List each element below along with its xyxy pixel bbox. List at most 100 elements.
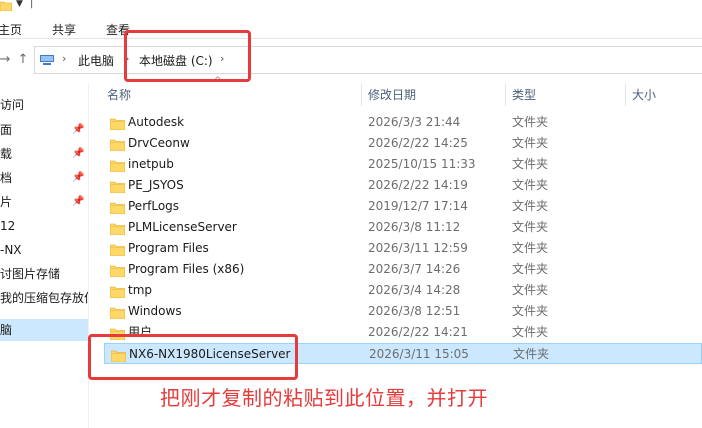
file-name: Program Files	[128, 241, 209, 255]
file-type: 文件夹	[512, 304, 549, 318]
folder-icon[interactable]	[0, 0, 13, 14]
column-divider[interactable]	[505, 84, 506, 106]
pin-icon: 📌	[72, 148, 85, 159]
sidebar-item-label: 载	[0, 147, 13, 161]
ribbon: ▼ | 主页 共享 查看	[0, 0, 702, 38]
sort-indicator-icon: ^	[214, 76, 222, 86]
column-header-name[interactable]: 名称	[107, 84, 131, 106]
file-type: 文件夹	[512, 115, 549, 129]
table-row[interactable]: Program Files (x86) 2026/3/7 14:26 文件夹	[104, 259, 702, 280]
folder-icon	[109, 200, 126, 215]
folder-icon	[109, 137, 126, 152]
file-type: 文件夹	[512, 262, 549, 276]
sidebar-item-pictures[interactable]: 片 📌	[0, 191, 88, 213]
folder-icon	[109, 284, 126, 299]
pin-icon: 📌	[72, 172, 85, 183]
file-type: 文件夹	[512, 157, 549, 171]
file-date: 2026/3/11 15:05	[369, 347, 469, 361]
divider-icon: |	[30, 0, 34, 9]
table-row[interactable]: PerfLogs 2019/12/7 17:14 文件夹	[104, 196, 702, 217]
table-row[interactable]: Autodesk 2026/3/3 21:44 文件夹	[104, 112, 702, 133]
tab-home[interactable]: 主页	[0, 21, 22, 38]
navigation-pane: 访问 面 📌 载 📌 档 📌 片 📌 12 -NX 讨图片存储 我的压缩包存放位 脑	[0, 84, 88, 428]
file-date: 2026/3/8 11:12	[368, 220, 461, 234]
sidebar-item-label: 我的压缩包存放位	[0, 291, 88, 305]
table-row[interactable]: PLMLicenseServer 2026/3/8 11:12 文件夹	[104, 217, 702, 238]
sidebar-item-label: 12	[0, 219, 16, 233]
sidebar-item-label: 档	[0, 171, 13, 185]
file-date: 2026/3/4 14:28	[368, 283, 461, 297]
highlight-box-target-folder	[88, 334, 298, 380]
sidebar-item-label: 片	[0, 195, 13, 209]
file-type: 文件夹	[513, 347, 550, 361]
file-type: 文件夹	[512, 199, 549, 213]
file-date: 2026/3/3 21:44	[368, 115, 461, 129]
tab-share[interactable]: 共享	[52, 21, 76, 38]
file-date: 2026/2/22 14:25	[368, 136, 468, 150]
customize-toolbar-icon[interactable]: ▼	[16, 0, 23, 9]
sidebar-item-12[interactable]: 12	[0, 215, 88, 237]
sidebar-item-desktop[interactable]: 面 📌	[0, 119, 88, 141]
sidebar-item-this-pc[interactable]: 脑	[0, 319, 88, 341]
sidebar-item-downloads[interactable]: 载 📌	[0, 143, 88, 165]
column-divider[interactable]	[625, 84, 626, 106]
file-date: 2026/3/7 14:26	[368, 262, 461, 276]
file-name: PerfLogs	[128, 199, 180, 213]
sidebar-item-label: 访问	[0, 98, 25, 112]
file-type: 文件夹	[512, 136, 549, 150]
folder-icon	[109, 116, 126, 131]
folder-icon	[109, 305, 126, 320]
breadcrumb-this-pc[interactable]: 此电脑	[78, 52, 114, 69]
sidebar-item-archive-folder[interactable]: 我的压缩包存放位	[0, 287, 88, 309]
table-row[interactable]: Program Files 2026/3/11 12:59 文件夹	[104, 238, 702, 259]
forward-icon[interactable]: →	[0, 48, 12, 70]
table-row[interactable]: Windows 2026/3/8 12:51 文件夹	[104, 301, 702, 322]
up-arrow-icon[interactable]: ↑	[16, 48, 30, 70]
sidebar-item-label: 面	[0, 123, 13, 137]
file-date: 2019/12/7 17:14	[368, 199, 468, 213]
file-name: PE_JSYOS	[128, 178, 184, 192]
file-type: 文件夹	[512, 178, 549, 192]
file-name: Autodesk	[128, 115, 185, 129]
file-date: 2026/3/8 12:51	[368, 304, 461, 318]
folder-icon	[109, 263, 126, 278]
chevron-right-icon[interactable]: ›	[62, 52, 66, 65]
table-row[interactable]: inetpub 2025/10/15 11:33 文件夹	[104, 154, 702, 175]
table-row[interactable]: tmp 2026/3/4 14:28 文件夹	[104, 280, 702, 301]
sidebar-item-label: 讨图片存储	[0, 267, 61, 281]
file-type: 文件夹	[512, 325, 549, 339]
column-header-date[interactable]: 修改日期	[368, 84, 416, 106]
folder-icon	[109, 221, 126, 236]
pin-icon: 📌	[72, 196, 85, 207]
file-name: Program Files (x86)	[128, 262, 245, 276]
file-name: Windows	[128, 304, 182, 318]
file-date: 2026/2/22 14:21	[368, 325, 468, 339]
highlight-box-address	[124, 30, 251, 82]
file-date: 2025/10/15 11:33	[368, 157, 476, 171]
pin-icon: 📌	[72, 124, 85, 135]
sidebar-item-nx[interactable]: -NX	[0, 239, 88, 261]
sidebar-item-label: -NX	[0, 243, 22, 257]
file-name: tmp	[128, 283, 153, 297]
sidebar-item-label: 脑	[0, 323, 13, 337]
file-date: 2026/2/22 14:19	[368, 178, 468, 192]
folder-icon	[109, 158, 126, 173]
file-type: 文件夹	[512, 241, 549, 255]
column-divider[interactable]	[361, 84, 362, 106]
column-header-type[interactable]: 类型	[512, 84, 536, 106]
file-type: 文件夹	[512, 220, 549, 234]
sidebar-item-quick-access[interactable]: 访问	[0, 94, 88, 116]
file-name: PLMLicenseServer	[128, 220, 237, 234]
folder-icon	[109, 242, 126, 257]
file-name: DrvCeonw	[128, 136, 190, 150]
file-date: 2026/3/11 12:59	[368, 241, 468, 255]
table-row[interactable]: DrvCeonw 2026/2/22 14:25 文件夹	[104, 133, 702, 154]
computer-icon	[40, 54, 54, 68]
sidebar-item-documents[interactable]: 档 📌	[0, 167, 88, 189]
file-name: inetpub	[128, 157, 174, 171]
table-row[interactable]: PE_JSYOS 2026/2/22 14:19 文件夹	[104, 175, 702, 196]
file-type: 文件夹	[512, 283, 549, 297]
instruction-annotation: 把刚才复制的粘贴到此位置，并打开	[160, 386, 488, 410]
column-header-size[interactable]: 大小	[632, 84, 656, 106]
sidebar-item-image-storage[interactable]: 讨图片存储	[0, 263, 88, 285]
